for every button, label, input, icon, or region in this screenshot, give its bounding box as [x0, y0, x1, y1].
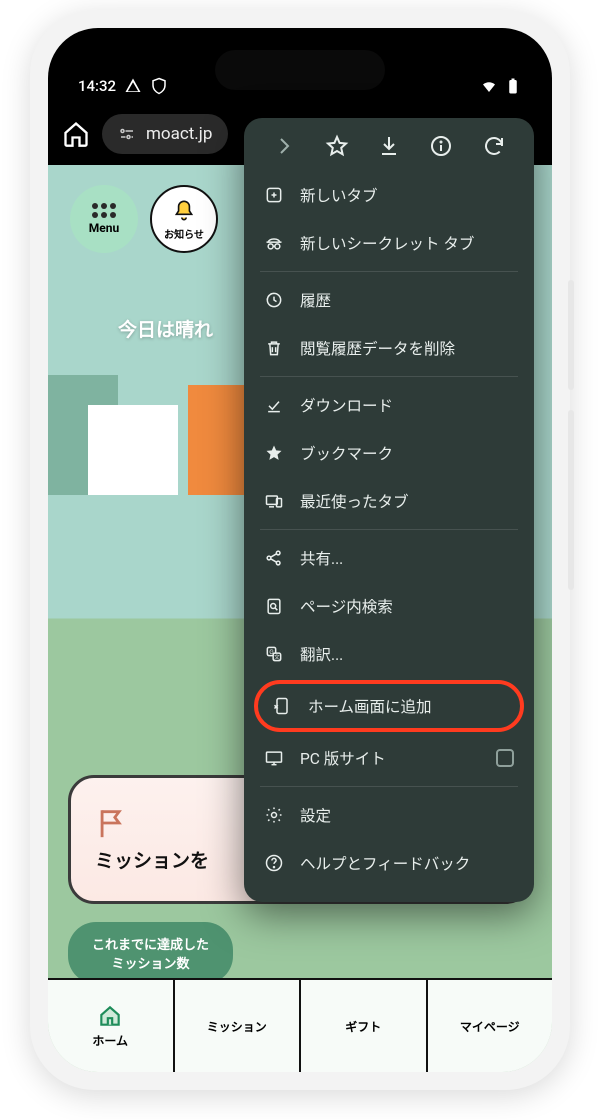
incognito-icon: [264, 233, 284, 253]
nav-label: ギフト: [345, 1018, 381, 1035]
menu-item-label: PC 版サイト: [300, 747, 386, 769]
mission-stats-label: これまでに達成した ミッション数: [92, 934, 209, 972]
home-icon[interactable]: [62, 120, 90, 148]
find-icon: [264, 596, 284, 616]
mission-card-label: ミッションを: [95, 846, 209, 873]
warning-icon: [124, 77, 142, 95]
bell-icon: [171, 198, 197, 224]
status-time: 14:32: [78, 77, 116, 95]
menu-divider: [260, 271, 518, 272]
gear-icon: [264, 805, 284, 825]
nav-home[interactable]: ホーム: [48, 980, 175, 1072]
menu-item-label: ページ内検索: [300, 595, 393, 617]
plus-square-icon: [264, 185, 284, 205]
bottom-nav: ホーム ミッション ギフト マイページ: [48, 978, 552, 1072]
notifications-chip-label: お知らせ: [164, 226, 204, 241]
menu-item-plus-square[interactable]: 新しいタブ: [244, 171, 534, 219]
info-icon[interactable]: [429, 134, 453, 158]
menu-item-desktop[interactable]: PC 版サイト: [244, 734, 534, 782]
nav-label: ミッション: [207, 1018, 267, 1035]
menu-divider: [260, 786, 518, 787]
trash-icon: [264, 338, 284, 358]
menu-item-trash[interactable]: 閲覧履歴データを削除: [244, 324, 534, 372]
nav-gift[interactable]: ギフト: [301, 980, 428, 1072]
menu-divider: [260, 529, 518, 530]
share-icon: [264, 548, 284, 568]
forward-icon[interactable]: [272, 134, 296, 158]
shield-icon: [150, 77, 168, 95]
phone-frame: 14:32 moact.jp Menu: [30, 10, 570, 1090]
nav-mission[interactable]: ミッション: [175, 980, 302, 1072]
menu-item-label: 履歴: [300, 289, 331, 311]
menu-item-translate[interactable]: G文翻訳...: [244, 630, 534, 678]
battery-icon: [504, 77, 522, 95]
menu-item-label: 設定: [300, 804, 331, 826]
menu-item-share[interactable]: 共有...: [244, 534, 534, 582]
help-icon: [264, 853, 284, 873]
screen: 14:32 moact.jp Menu: [48, 28, 552, 1072]
menu-item-label: 閲覧履歴データを削除: [300, 337, 455, 359]
menu-divider: [260, 376, 518, 377]
devices-icon: [264, 491, 284, 511]
home-nav-icon: [97, 1003, 123, 1029]
url-bar[interactable]: moact.jp: [102, 114, 228, 154]
download-icon[interactable]: [377, 134, 401, 158]
menu-item-label: 翻訳...: [300, 643, 343, 665]
history-icon: [264, 290, 284, 310]
translate-icon: G文: [264, 644, 284, 664]
weather-text: 今日は晴れ: [118, 315, 213, 342]
svg-text:文: 文: [274, 653, 280, 661]
menu-item-add-home[interactable]: ホーム画面に追加: [254, 680, 524, 732]
menu-item-star-filled[interactable]: ブックマーク: [244, 429, 534, 477]
menu-chip[interactable]: Menu: [70, 185, 138, 253]
wifi-icon: [480, 77, 498, 95]
notch: [215, 50, 385, 90]
menu-item-label: ダウンロード: [300, 394, 393, 416]
star-filled-icon: [264, 443, 284, 463]
refresh-icon[interactable]: [482, 134, 506, 158]
site-settings-icon: [118, 125, 136, 143]
menu-item-label: 新しいタブ: [300, 184, 378, 206]
menu-item-help[interactable]: ヘルプとフィードバック: [244, 839, 534, 887]
menu-item-label: ブックマーク: [300, 442, 393, 464]
menu-item-label: 新しいシークレット タブ: [300, 232, 474, 254]
star-icon[interactable]: [325, 134, 349, 158]
url-text: moact.jp: [146, 124, 212, 144]
nav-label: ホーム: [92, 1032, 128, 1049]
mission-stats[interactable]: これまでに達成した ミッション数: [68, 922, 233, 984]
menu-item-label: ヘルプとフィードバック: [300, 852, 470, 874]
desktop-site-checkbox[interactable]: [496, 749, 514, 767]
menu-item-devices[interactable]: 最近使ったタブ: [244, 477, 534, 525]
nav-mypage[interactable]: マイページ: [428, 980, 553, 1072]
menu-section: 新しいタブ新しいシークレット タブ履歴閲覧履歴データを削除ダウンロードブックマー…: [244, 168, 534, 890]
browser-overflow-menu: 新しいタブ新しいシークレット タブ履歴閲覧履歴データを削除ダウンロードブックマー…: [244, 118, 534, 902]
menu-toolbar: [244, 124, 534, 168]
menu-item-incognito[interactable]: 新しいシークレット タブ: [244, 219, 534, 267]
menu-chip-label: Menu: [89, 221, 119, 235]
menu-item-find[interactable]: ページ内検索: [244, 582, 534, 630]
menu-item-label: ホーム画面に追加: [308, 695, 432, 717]
menu-item-history[interactable]: 履歴: [244, 276, 534, 324]
notifications-chip[interactable]: お知らせ: [150, 185, 218, 253]
flag-icon: [95, 806, 129, 840]
add-home-icon: [272, 696, 292, 716]
menu-item-download-done[interactable]: ダウンロード: [244, 381, 534, 429]
menu-item-label: 最近使ったタブ: [300, 490, 409, 512]
nav-label: マイページ: [460, 1018, 520, 1035]
desktop-icon: [264, 748, 284, 768]
download-done-icon: [264, 395, 284, 415]
menu-item-label: 共有...: [300, 547, 343, 569]
menu-item-gear[interactable]: 設定: [244, 791, 534, 839]
